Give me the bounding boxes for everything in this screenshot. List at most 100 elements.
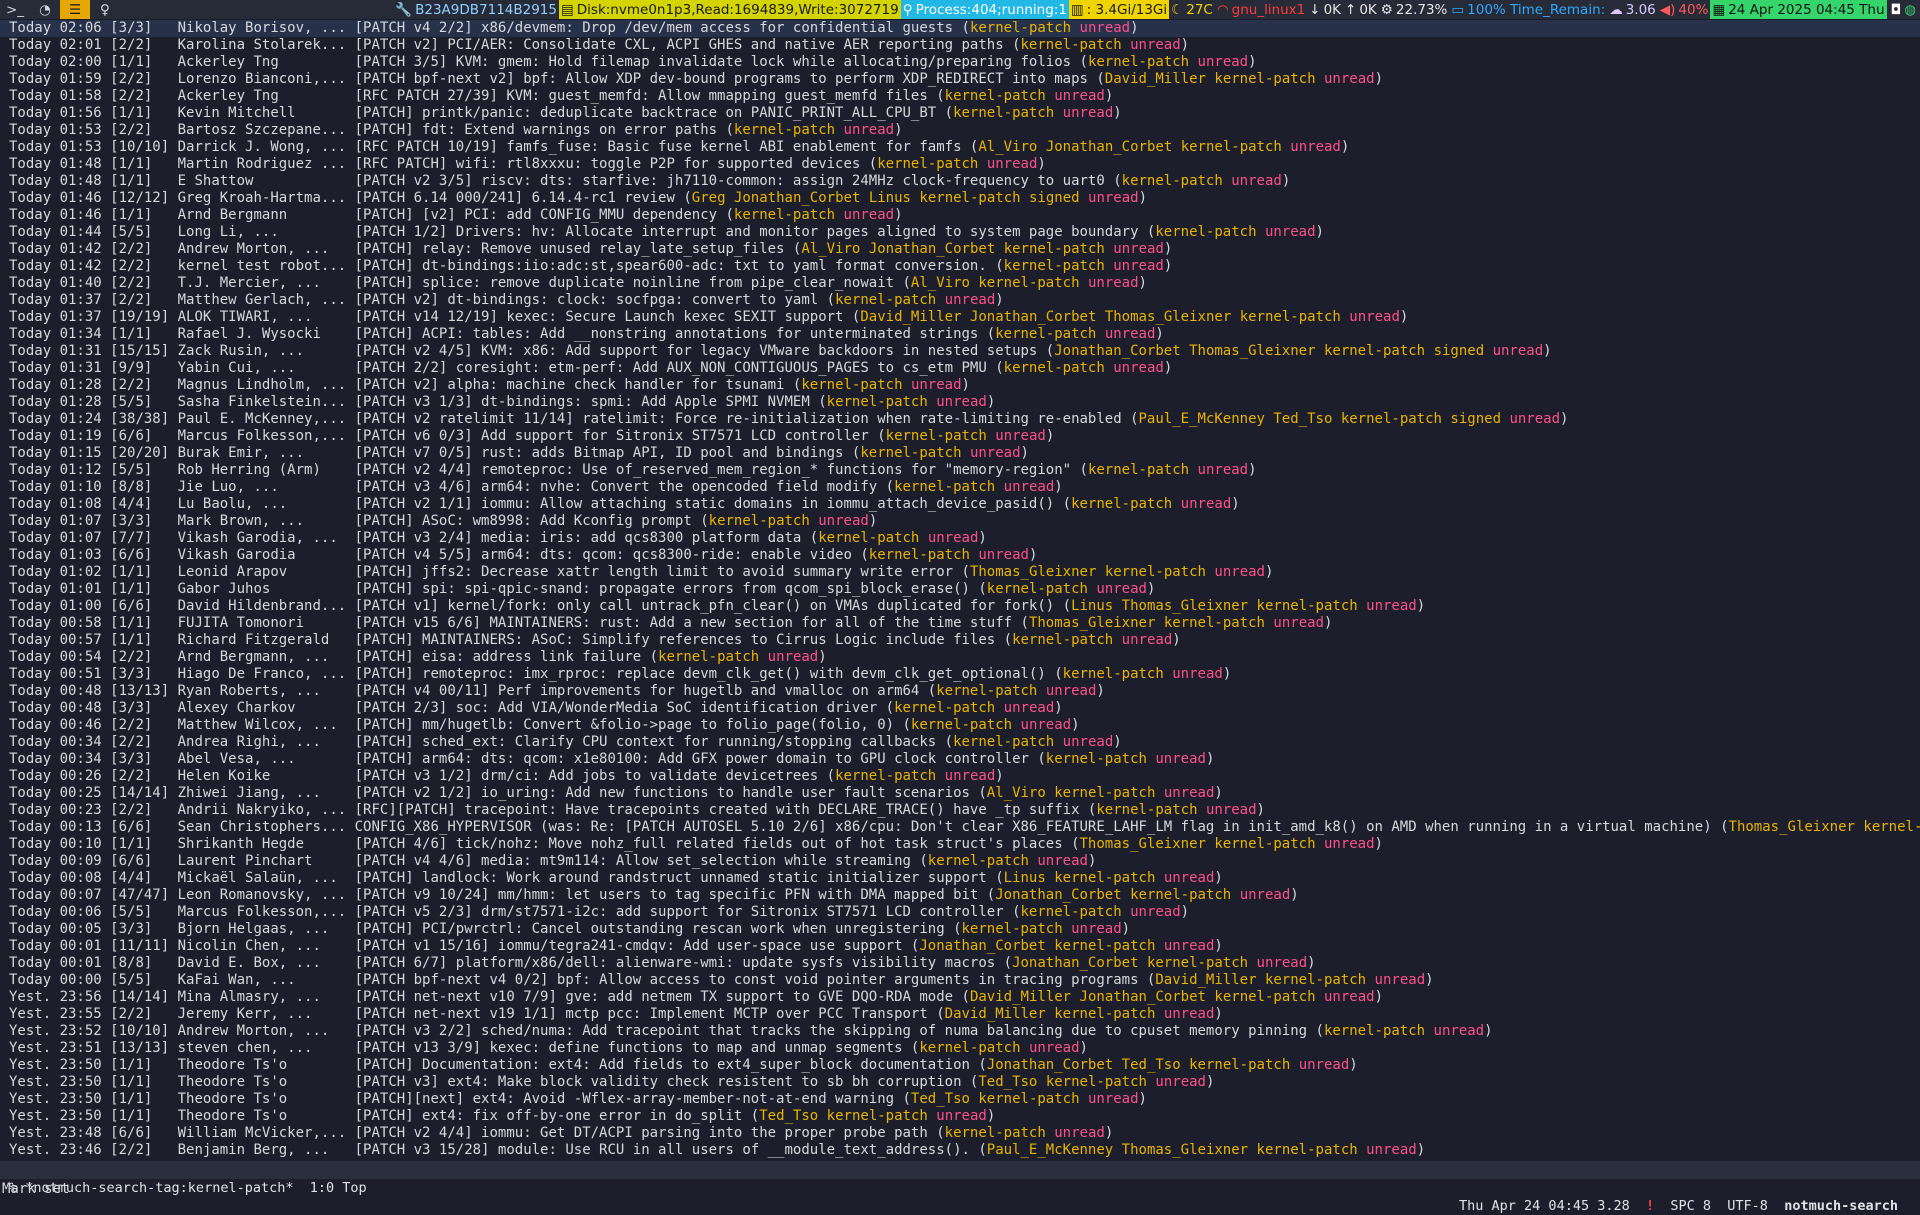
thread-row[interactable]: Yest. 23:50 [1/1] Theodore Ts'o [PATCH][… [0,1091,1920,1108]
thread-row[interactable]: Yest. 23:48 [6/6] William McVicker,... [… [0,1125,1920,1142]
thread-row[interactable]: Today 00:23 [2/2] Andrii Nakryiko, ... [… [0,802,1920,819]
thread-row[interactable]: Today 01:31 [9/9] Yabin Cui, ... [PATCH … [0,360,1920,377]
thread-row[interactable]: Today 00:10 [1/1] Shrikanth Hegde [PATCH… [0,836,1920,853]
thread-row[interactable]: Yest. 23:50 [1/1] Theodore Ts'o [PATCH] … [0,1057,1920,1074]
thread-row[interactable]: Today 00:46 [2/2] Matthew Wilcox, ... [P… [0,717,1920,734]
thread-tag: unread [1298,1057,1350,1073]
hostname-block: 🔧 B23A9DB7114B2915 [395,1,557,18]
thread-subject: [PATCH 1/2] Drivers: hv: Allocate interr… [354,224,1139,240]
linux-icon[interactable]: ♀ [90,0,120,19]
thread-count: [1/1] [110,105,170,121]
thread-row[interactable]: Today 01:48 [1/1] Martin Rodriguez ... [… [0,156,1920,173]
thread-row[interactable]: Today 01:24 [38/38] Paul E. McKenney,...… [0,411,1920,428]
thread-row[interactable]: Today 00:25 [14/14] Zhiwei Jiang, ... [P… [0,785,1920,802]
thread-row[interactable]: Today 00:58 [1/1] FUJITA Tomonori [PATCH… [0,615,1920,632]
upload-speed: ↑ 0K [1345,1,1377,18]
volume-block[interactable]: ◀) 40% [1658,0,1711,19]
thread-authors: Zack Rusin, ... [177,343,347,359]
datetime-block[interactable]: ▦ 24 Apr 2025 04:45 Thu [1710,0,1887,19]
thread-row[interactable]: Today 01:31 [15/15] Zack Rusin, ... [PAT… [0,343,1920,360]
thread-row[interactable]: Today 00:54 [2/2] Arnd Bergmann, ... [PA… [0,649,1920,666]
thread-row[interactable]: Today 01:08 [4/4] Lu Baolu, ... [PATCH v… [0,496,1920,513]
thread-row[interactable]: Today 01:53 [2/2] Bartosz Szczepane... [… [0,122,1920,139]
thread-row[interactable]: Today 00:51 [3/3] Hiago De Franco, ... [… [0,666,1920,683]
thread-row[interactable]: Today 01:53 [10/10] Darrick J. Wong, ...… [0,139,1920,156]
thread-row[interactable]: Yest. 23:51 [13/13] steven chen, ... [PA… [0,1040,1920,1057]
thread-subject: [RFC][PATCH] tracepoint: Have tracepoint… [354,802,1080,818]
thread-row[interactable]: Today 01:56 [1/1] Kevin Mitchell [PATCH]… [0,105,1920,122]
thread-row[interactable]: Today 01:42 [2/2] kernel test robot... [… [0,258,1920,275]
steam-icon[interactable]: ◔ [30,0,60,19]
thread-row[interactable]: Today 01:12 [5/5] Rob Herring (Arm) [PAT… [0,462,1920,479]
thread-row[interactable]: Today 02:00 [1/1] Ackerley Tng [PATCH 3/… [0,54,1920,71]
thread-row[interactable]: Today 01:19 [6/6] Marcus Folkesson,... [… [0,428,1920,445]
thread-row[interactable]: Today 00:05 [3/3] Bjorn Helgaas, ... [PA… [0,921,1920,938]
thread-row[interactable]: Today 01:03 [6/6] Vikash Garodia [PATCH … [0,547,1920,564]
thread-row[interactable]: Today 02:06 [3/3] Nikolay Borisov, ... [… [0,20,1920,37]
thread-row[interactable]: Today 01:48 [1/1] E Shattow [PATCH v2 3/… [0,173,1920,190]
thread-row[interactable]: Today 02:01 [2/2] Karolina Stolarek... [… [0,37,1920,54]
thread-row[interactable]: Today 00:09 [6/6] Laurent Pinchart [PATC… [0,853,1920,870]
thread-row[interactable]: Today 00:48 [3/3] Alexey Charkov [PATCH … [0,700,1920,717]
thread-row[interactable]: Today 01:07 [3/3] Mark Brown, ... [PATCH… [0,513,1920,530]
files-icon[interactable]: ☰ [60,0,90,19]
thread-row[interactable]: Today 00:01 [11/11] Nicolin Chen, ... [P… [0,938,1920,955]
thread-row[interactable]: Today 01:40 [2/2] T.J. Mercier, ... [PAT… [0,275,1920,292]
thread-row[interactable]: Today 01:58 [2/2] Ackerley Tng [RFC PATC… [0,88,1920,105]
thread-date: Today 01:15 [9,445,102,461]
tray-steam-icon[interactable]: ◍ [1904,2,1916,18]
thread-row[interactable]: Today 01:01 [1/1] Gabor Juhos [PATCH] sp… [0,581,1920,598]
thread-subject: CONFIG_X86_HYPERVISOR (was: Re: [PATCH A… [354,819,1712,835]
thread-row[interactable]: Today 00:34 [2/2] Andrea Righi, ... [PAT… [0,734,1920,751]
thread-authors: Rob Herring (Arm) [177,462,347,478]
thread-tag: David_Miller [944,1006,1046,1022]
thread-subject: [PATCH] Documentation: ext4: Add fields … [354,1057,970,1073]
thread-row[interactable]: Yest. 23:56 [14/14] Mina Almasry, ... [P… [0,989,1920,1006]
major-mode: notmuch-search [1784,1198,1898,1214]
thread-row[interactable]: Today 01:10 [8/8] Jie Luo, ... [PATCH v3… [0,479,1920,496]
thread-row[interactable]: Today 01:02 [1/1] Leonid Arapov [PATCH] … [0,564,1920,581]
thread-row[interactable]: Yest. 23:46 [2/2] Benjamin Berg, ... [PA… [0,1142,1920,1159]
thread-row[interactable]: Today 00:08 [4/4] Mickaël Salaün, ... [P… [0,870,1920,887]
thread-row[interactable]: Today 00:26 [2/2] Helen Koike [PATCH v3 … [0,768,1920,785]
thread-row[interactable]: Today 01:37 [19/19] ALOK TIWARI, ... [PA… [0,309,1920,326]
thread-row[interactable]: Yest. 23:50 [1/1] Theodore Ts'o [PATCH v… [0,1074,1920,1091]
thread-authors: Mark Brown, ... [177,513,347,529]
thread-row[interactable]: Today 01:46 [12/12] Greg Kroah-Hartma...… [0,190,1920,207]
thread-row[interactable]: Today 00:57 [1/1] Richard Fitzgerald [PA… [0,632,1920,649]
thread-authors: kernel test robot... [177,258,347,274]
tray-icons[interactable]: ◘ ◍ [1887,0,1920,19]
thread-row[interactable]: Today 01:42 [2/2] Andrew Morton, ... [PA… [0,241,1920,258]
thread-subject: [PATCH] remoteproc: imx_rproc: replace d… [354,666,1046,682]
thread-row[interactable]: Today 01:59 [2/2] Lorenzo Bianconi,... [… [0,71,1920,88]
thread-row[interactable]: Yest. 23:52 [10/10] Andrew Morton, ... [… [0,1023,1920,1040]
thread-row[interactable]: Yest. 23:55 [2/2] Jeremy Kerr, ... [PATC… [0,1006,1920,1023]
thread-authors: Leon Romanovsky, ... [177,887,347,903]
thread-row[interactable]: Today 00:13 [6/6] Sean Christophers... C… [0,819,1920,836]
thread-row[interactable]: Today 01:37 [2/2] Matthew Gerlach, ... [… [0,292,1920,309]
thread-row[interactable]: Today 00:00 [5/5] KaFai Wan, ... [PATCH … [0,972,1920,989]
thread-row[interactable]: Today 01:00 [6/6] David Hildenbrand... [… [0,598,1920,615]
thread-row[interactable]: Today 01:07 [7/7] Vikash Garodia, ... [P… [0,530,1920,547]
terminal-icon[interactable]: >_ [0,0,30,19]
thread-date: Yest. 23:50 [9,1074,102,1090]
thread-row[interactable]: Today 01:28 [5/5] Sasha Finkelstein... [… [0,394,1920,411]
thread-date: Today 00:01 [9,938,102,954]
thread-row[interactable]: Today 00:07 [47/47] Leon Romanovsky, ...… [0,887,1920,904]
thread-row[interactable]: Today 01:15 [20/20] Burak Emir, ... [PAT… [0,445,1920,462]
thread-row[interactable]: Today 01:46 [1/1] Arnd Bergmann [PATCH] … [0,207,1920,224]
thread-list[interactable]: Today 02:06 [3/3] Nikolay Borisov, ... [… [0,20,1920,1162]
thread-tag: kernel-patch [1062,666,1164,682]
thread-row[interactable]: Today 00:01 [8/8] David E. Box, ... [PAT… [0,955,1920,972]
tray-app-icon[interactable]: ◘ [1891,2,1902,18]
thread-tag: unread [1113,241,1164,257]
thread-row[interactable]: Today 00:48 [13/13] Ryan Roberts, ... [P… [0,683,1920,700]
thread-row[interactable]: Today 00:06 [5/5] Marcus Folkesson,... [… [0,904,1920,921]
thread-tag: Ted_Tso [978,1074,1038,1090]
thread-tag: Ted_Tso [1273,411,1333,427]
thread-row[interactable]: Yest. 23:50 [1/1] Theodore Ts'o [PATCH] … [0,1108,1920,1125]
thread-row[interactable]: Today 01:44 [5/5] Long Li, ... [PATCH 1/… [0,224,1920,241]
thread-row[interactable]: Today 01:34 [1/1] Rafael J. Wysocki [PAT… [0,326,1920,343]
thread-row[interactable]: Today 00:34 [3/3] Abel Vesa, ... [PATCH]… [0,751,1920,768]
thread-row[interactable]: Today 01:28 [2/2] Magnus Lindholm, ... [… [0,377,1920,394]
